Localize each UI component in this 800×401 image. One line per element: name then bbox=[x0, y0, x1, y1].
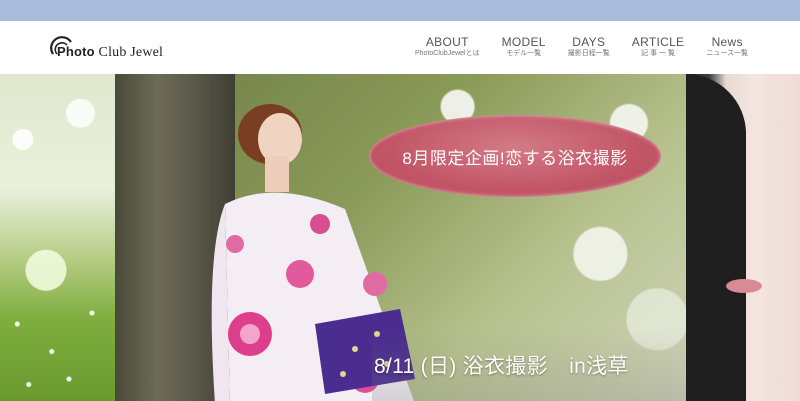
camera-arc-icon bbox=[50, 36, 72, 55]
flower-field-decoration bbox=[0, 291, 115, 401]
nav-model[interactable]: MODEL モデル一覧 bbox=[502, 36, 546, 58]
nav-model-sub: モデル一覧 bbox=[506, 50, 542, 57]
nav-news-label: News bbox=[711, 35, 743, 49]
nav-article-sub: 記 事 一 覧 bbox=[641, 50, 675, 57]
nav-about-sub: PhotoClubJewelとは bbox=[415, 50, 480, 57]
nav-days-label: DAYS bbox=[572, 35, 606, 49]
campaign-badge-text: 8月限定企画!恋する浴衣撮影 bbox=[402, 148, 628, 168]
nav-days-sub: 撮影日程一覧 bbox=[567, 50, 610, 57]
nav-about[interactable]: ABOUT PhotoClubJewelとは bbox=[415, 36, 480, 58]
hair-decoration bbox=[686, 74, 746, 401]
site-logo[interactable]: Photo Club Jewel bbox=[50, 34, 163, 64]
nav-news[interactable]: News ニュース一覧 bbox=[706, 36, 748, 58]
lip-decoration bbox=[726, 279, 762, 293]
nav-about-label: ABOUT bbox=[425, 35, 469, 49]
nav-article-label: ARTICLE bbox=[631, 35, 685, 49]
site-header: Photo Club Jewel ABOUT PhotoClubJewelとは … bbox=[0, 21, 800, 74]
top-color-bar bbox=[0, 0, 800, 21]
nav-news-sub: ニュース一覧 bbox=[706, 50, 748, 57]
main-nav: ABOUT PhotoClubJewelとは MODEL モデル一覧 DAYS … bbox=[393, 36, 748, 58]
nav-days[interactable]: DAYS 撮影日程一覧 bbox=[568, 36, 610, 58]
hero-slide-prev-image[interactable] bbox=[0, 74, 115, 401]
hero-slider[interactable]: 8月限定企画!恋する浴衣撮影 8/11 (日) 浴衣撮影 in浅草 bbox=[0, 74, 800, 401]
logo-name: Club Jewel bbox=[98, 44, 164, 60]
slide-caption[interactable]: 8/11 (日) 浴衣撮影 in浅草 bbox=[374, 350, 629, 380]
hero-slide-next-image[interactable] bbox=[686, 74, 800, 401]
nav-article[interactable]: ARTICLE 記 事 一 覧 bbox=[632, 36, 685, 58]
campaign-badge[interactable]: 8月限定企画!恋する浴衣撮影 bbox=[369, 115, 661, 197]
nav-model-label: MODEL bbox=[501, 35, 546, 49]
